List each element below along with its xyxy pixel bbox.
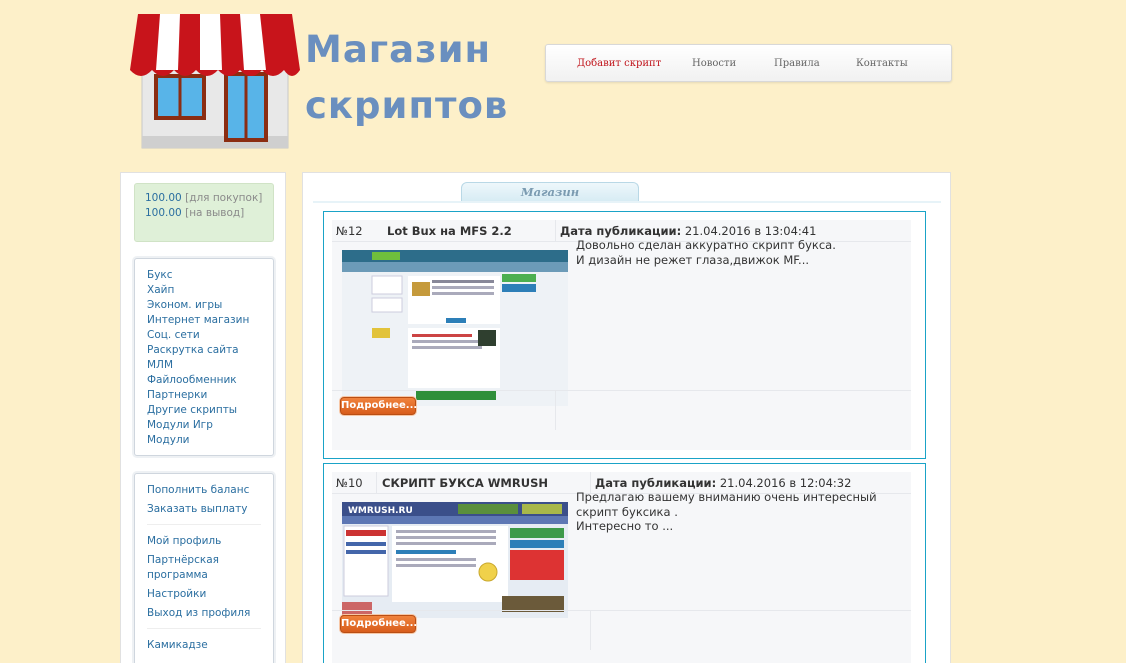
category-item[interactable]: Интернет магазин	[147, 313, 261, 328]
screenshot-brand: WMRUSH.RU	[348, 506, 413, 516]
description-line: И дизайн не режет глаза,движок MF...	[576, 252, 810, 267]
script-title[interactable]: Lot Bux на MFS 2.2	[387, 224, 512, 238]
tab-underline	[313, 201, 941, 203]
category-item[interactable]: Модули Игр	[147, 418, 261, 433]
tab-shop[interactable]: Магазин	[461, 182, 639, 201]
category-item[interactable]: Раскрутка сайта	[147, 343, 261, 358]
details-button[interactable]: Подробнее...	[340, 397, 417, 415]
script-id: №12	[336, 224, 363, 238]
script-card-inner: №10 СКРИПТ БУКСА WMRUSH Дата публикации:…	[332, 472, 911, 663]
nav-contacts[interactable]: Контакты	[856, 58, 908, 69]
partner-program-link[interactable]: Партнёрская программа	[147, 553, 261, 583]
publication-date: Дата публикации: 21.04.2016 в 13:04:41	[560, 224, 816, 238]
script-screenshot[interactable]	[342, 250, 568, 406]
card-footer-divider	[332, 390, 911, 391]
script-title[interactable]: СКРИПТ БУКСА WMRUSH	[382, 476, 548, 490]
menu-divider	[147, 628, 261, 629]
script-description: Довольно сделан аккуратно скрипт букса. …	[576, 238, 836, 267]
header-divider	[555, 220, 556, 242]
site-title-line2: скриптов	[305, 84, 509, 127]
nav-news[interactable]: Новости	[692, 58, 736, 69]
script-screenshot[interactable]: WMRUSH.RU	[342, 502, 568, 618]
script-screenshot-preview-icon	[342, 250, 568, 406]
script-card: №12 Lot Bux на MFS 2.2 Дата публикации: …	[323, 211, 926, 459]
balance-withdraw-label: [на вывод]	[185, 207, 245, 219]
category-item[interactable]: Партнерки	[147, 388, 261, 403]
request-payout-link[interactable]: Заказать выплату	[147, 502, 261, 517]
script-id: №10	[336, 476, 363, 490]
footer-divider	[590, 610, 591, 650]
balance-buy-value: 100.00	[145, 192, 182, 204]
details-button[interactable]: Подробнее...	[340, 615, 417, 633]
category-item[interactable]: МЛМ	[147, 358, 261, 373]
description-line: Предлагаю вашему вниманию очень интересн…	[576, 490, 877, 519]
script-card: №10 СКРИПТ БУКСА WMRUSH Дата публикации:…	[323, 463, 926, 663]
sidebar: 100.00 [для покупок] 100.00 [на вывод] Б…	[120, 172, 286, 663]
script-description: Предлагаю вашему вниманию очень интересн…	[576, 490, 916, 534]
logout-link[interactable]: Выход из профиля	[147, 606, 261, 621]
footer-divider	[555, 390, 556, 430]
site-title-line1: Магазин	[305, 28, 492, 71]
menu-divider	[147, 524, 261, 525]
header-divider	[376, 472, 377, 494]
my-profile-link[interactable]: Мой профиль	[147, 534, 261, 549]
date-value: 21.04.2016 в 12:04:32	[719, 476, 852, 490]
category-item[interactable]: Хайп	[147, 283, 261, 298]
category-menu: Букс Хайп Эконом. игры Интернет магазин …	[134, 258, 274, 456]
balance-box: 100.00 [для покупок] 100.00 [на вывод]	[134, 183, 274, 242]
account-menu: Пополнить баланс Заказать выплату Мой пр…	[134, 473, 274, 663]
date-label: Дата публикации:	[560, 224, 682, 238]
category-item[interactable]: Соц. сети	[147, 328, 261, 343]
date-value: 21.04.2016 в 13:04:41	[684, 224, 817, 238]
nav-rules[interactable]: Правила	[774, 58, 820, 69]
category-item[interactable]: Другие скрипты	[147, 403, 261, 418]
category-item[interactable]: Модули	[147, 433, 261, 448]
script-card-inner: №12 Lot Bux на MFS 2.2 Дата публикации: …	[332, 220, 911, 450]
main-content: Магазин №12 Lot Bux на MFS 2.2 Дата публ…	[302, 172, 951, 663]
settings-link[interactable]: Настройки	[147, 587, 261, 602]
publication-date: Дата публикации: 21.04.2016 в 12:04:32	[595, 476, 851, 490]
date-label: Дата публикации:	[595, 476, 717, 490]
category-item[interactable]: Букс	[147, 268, 261, 283]
site-title[interactable]: Магазин скриптов	[305, 22, 508, 134]
script-screenshot-preview-icon: WMRUSH.RU	[342, 502, 568, 618]
nav-add-script[interactable]: Добавит скрипт	[577, 58, 661, 69]
top-up-balance-link[interactable]: Пополнить баланс	[147, 483, 261, 498]
card-footer-divider	[332, 610, 911, 611]
balance-withdraw-value: 100.00	[145, 207, 182, 219]
top-navigation: Добавит скрипт Новости Правила Контакты	[545, 44, 952, 82]
username-link[interactable]: Камикадзе	[147, 638, 261, 653]
balance-buy-label: [для покупок]	[185, 192, 263, 204]
description-line: Довольно сделан аккуратно скрипт букса.	[576, 238, 836, 252]
category-item[interactable]: Эконом. игры	[147, 298, 261, 313]
category-item[interactable]: Файлообменник	[147, 373, 261, 388]
description-line: Интересно то ...	[576, 519, 674, 533]
